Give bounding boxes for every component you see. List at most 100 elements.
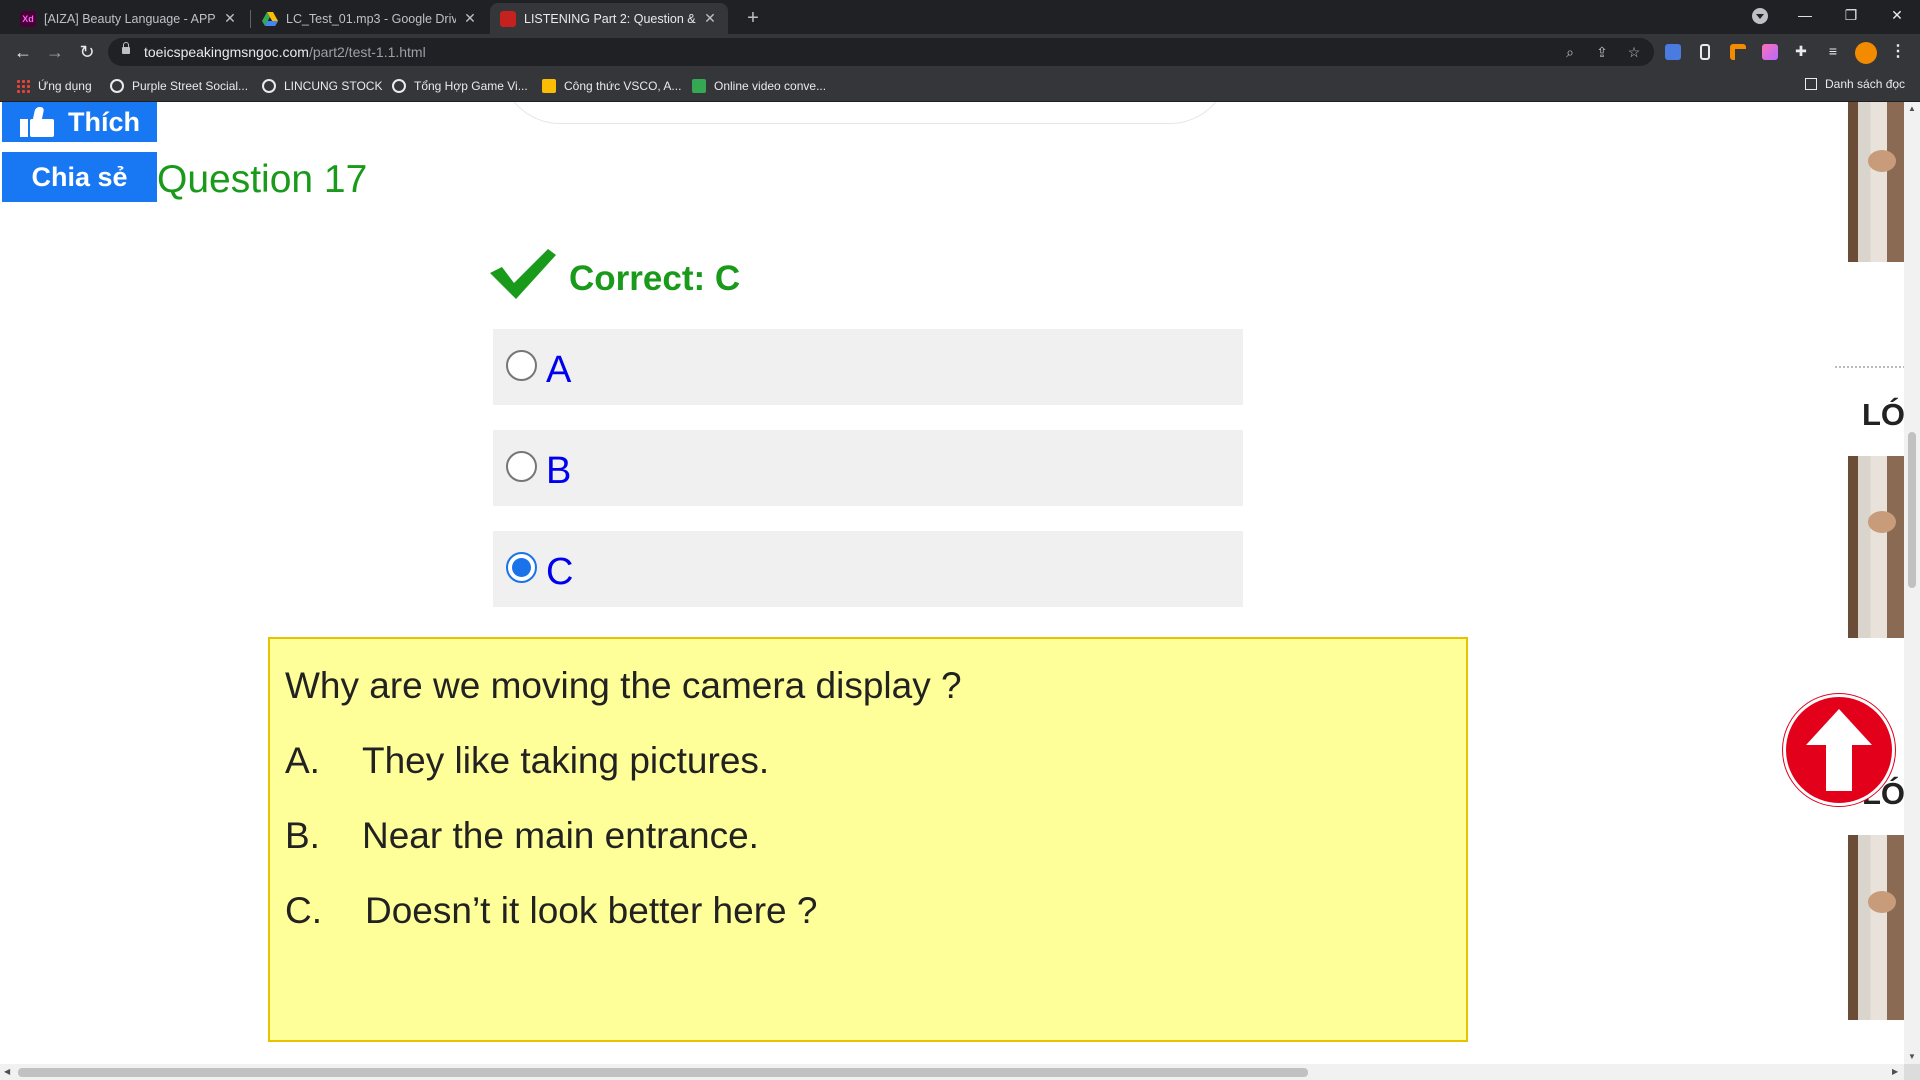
bookmark-purple-street[interactable]: Purple Street Social...: [110, 77, 248, 95]
radio-c[interactable]: [506, 552, 537, 583]
facebook-like-button[interactable]: Thích: [2, 102, 157, 142]
phone-extension-icon[interactable]: [1700, 44, 1710, 60]
share-label: Chia sẻ: [31, 161, 128, 192]
sidebar-thumbnail[interactable]: [1848, 835, 1904, 1020]
vertical-scrollbar[interactable]: ▲ ▼: [1904, 102, 1920, 1064]
answer-option-c[interactable]: C: [493, 531, 1243, 607]
globe-icon: [262, 79, 276, 93]
bookmark-apps[interactable]: Ứng dụng: [16, 77, 92, 95]
reading-list-icon: [1805, 78, 1817, 90]
color-extension-icon[interactable]: [1762, 44, 1778, 60]
audio-player-edge: [500, 102, 1230, 124]
apps-grid-icon: [16, 79, 30, 93]
question-title: Question 17: [157, 158, 368, 201]
tab-title: LC_Test_01.mp3 - Google Drive: [286, 11, 456, 26]
bookmark-tong-hop[interactable]: Tổng Hợp Game Vi...: [392, 77, 528, 95]
browser-toolbar: ← → ↻ toeicspeakingmsngoc.com/part2/test…: [0, 34, 1920, 70]
sidebar-divider: [1835, 366, 1905, 368]
tab-listening[interactable]: LISTENING Part 2: Question & response ✕: [490, 3, 728, 34]
facebook-share-button[interactable]: Chia sẻ: [2, 152, 157, 202]
globe-icon: [110, 79, 124, 93]
answer-text: Near the main entrance.: [362, 815, 759, 856]
media-control-icon[interactable]: ≡: [1825, 43, 1841, 59]
tab-aiza[interactable]: Xd [AIZA] Beauty Language - APPROVED ✕: [10, 3, 248, 34]
scroll-down-arrow-icon[interactable]: ▼: [1908, 1052, 1916, 1061]
reload-icon[interactable]: ↻: [73, 38, 101, 66]
sidebar-heading: LÓ: [1862, 397, 1906, 432]
tab-separator: [250, 10, 251, 28]
menu-kebab-icon[interactable]: ⋮: [1890, 42, 1906, 62]
answer-option-b[interactable]: B: [493, 430, 1243, 506]
transcript-answer-a: A. They like taking pictures.: [285, 740, 1466, 815]
horizontal-scroll-thumb[interactable]: [18, 1068, 1308, 1077]
reading-list-label: Danh sách đọc: [1825, 77, 1906, 91]
url-domain: toeicspeakingmsngoc.com: [144, 44, 309, 60]
transcript-question: Why are we moving the camera display ?: [285, 665, 962, 706]
sidebar-thumbnail[interactable]: [1848, 102, 1904, 262]
puzzle-icon[interactable]: ✚: [1793, 43, 1809, 59]
url-text[interactable]: toeicspeakingmsngoc.com/part2/test-1.1.h…: [144, 44, 426, 60]
video-icon: [692, 79, 706, 93]
answer-key: B.: [285, 815, 320, 856]
answer-text: They like taking pictures.: [362, 740, 770, 781]
transcript-answer-c: C. Doesn’t it look better here ?: [285, 890, 1466, 965]
close-icon[interactable]: ✕: [222, 10, 238, 27]
scroll-up-arrow-icon[interactable]: ▲: [1908, 104, 1916, 113]
transcript-answer-b: B. Near the main entrance.: [285, 815, 1466, 890]
bookmarks-bar: Ứng dụng Purple Street Social... LINCUNG…: [0, 70, 1920, 102]
bookmark-video-converter[interactable]: Online video conve...: [692, 77, 826, 95]
bookmark-vsco[interactable]: Công thức VSCO, A...: [542, 77, 681, 95]
option-label: B: [546, 450, 572, 492]
radio-a[interactable]: [506, 350, 537, 381]
bookmark-star-icon[interactable]: ☆: [1626, 44, 1642, 60]
restore-button[interactable]: ❐: [1828, 0, 1874, 30]
answer-key: A.: [285, 740, 320, 781]
forward-arrow-icon[interactable]: →: [41, 38, 69, 66]
extension-icon[interactable]: [1730, 44, 1746, 60]
horizontal-scrollbar[interactable]: ◀ ▶: [0, 1064, 1904, 1080]
bookmark-label: LINCUNG STOCK: [284, 79, 383, 93]
minimize-button[interactable]: —: [1782, 0, 1828, 30]
close-window-button[interactable]: ✕: [1874, 0, 1920, 30]
translate-extension-icon[interactable]: [1665, 44, 1681, 60]
answer-option-a[interactable]: A: [493, 329, 1243, 405]
answer-key: C.: [285, 890, 322, 931]
like-label: Thích: [68, 106, 140, 137]
tab-strip: Xd [AIZA] Beauty Language - APPROVED ✕ L…: [0, 0, 1920, 34]
share-icon[interactable]: ⇪: [1594, 44, 1610, 60]
thumbs-up-icon: [20, 107, 54, 137]
answer-text: Doesn’t it look better here ?: [365, 890, 818, 931]
scroll-to-top-button[interactable]: [1783, 694, 1895, 806]
checkmark-icon: [490, 249, 556, 299]
tab-search-icon[interactable]: [1752, 8, 1768, 24]
transcript-box: Why are we moving the camera display ? A…: [268, 637, 1468, 1042]
bookmark-label: Online video conve...: [714, 79, 827, 93]
page-icon: [500, 10, 516, 27]
result-text: Correct: C: [569, 259, 741, 298]
sidebar-thumbnail[interactable]: [1848, 456, 1904, 638]
tab-google-drive[interactable]: LC_Test_01.mp3 - Google Drive ✕: [252, 3, 488, 34]
new-tab-button[interactable]: +: [740, 5, 766, 31]
folder-icon: [542, 79, 556, 93]
reading-list-button[interactable]: Danh sách đọc: [1805, 77, 1905, 91]
address-bar[interactable]: toeicspeakingmsngoc.com/part2/test-1.1.h…: [108, 38, 1654, 66]
vertical-scroll-thumb[interactable]: [1908, 432, 1916, 588]
scrollbar-corner: [1904, 1064, 1920, 1080]
adobe-xd-icon: Xd: [20, 10, 36, 27]
zoom-icon[interactable]: ⌕: [1562, 44, 1578, 60]
page-content: Thích Chia sẻ Question 17 Correct: C A B…: [0, 102, 1920, 1080]
back-arrow-icon[interactable]: ←: [9, 38, 37, 66]
profile-avatar[interactable]: [1855, 42, 1877, 64]
scroll-left-arrow-icon[interactable]: ◀: [4, 1067, 10, 1076]
globe-icon: [392, 79, 406, 93]
lock-icon[interactable]: [122, 42, 130, 54]
bookmark-label: Ứng dụng: [38, 79, 92, 93]
close-icon[interactable]: ✕: [702, 10, 718, 27]
scroll-right-arrow-icon[interactable]: ▶: [1892, 1067, 1898, 1076]
option-label: A: [546, 349, 572, 391]
bookmark-label: Tổng Hợp Game Vi...: [414, 79, 528, 93]
bookmark-lincung[interactable]: LINCUNG STOCK: [262, 77, 382, 95]
tab-title: LISTENING Part 2: Question & response: [524, 11, 696, 26]
radio-b[interactable]: [506, 451, 537, 482]
close-icon[interactable]: ✕: [462, 10, 478, 27]
